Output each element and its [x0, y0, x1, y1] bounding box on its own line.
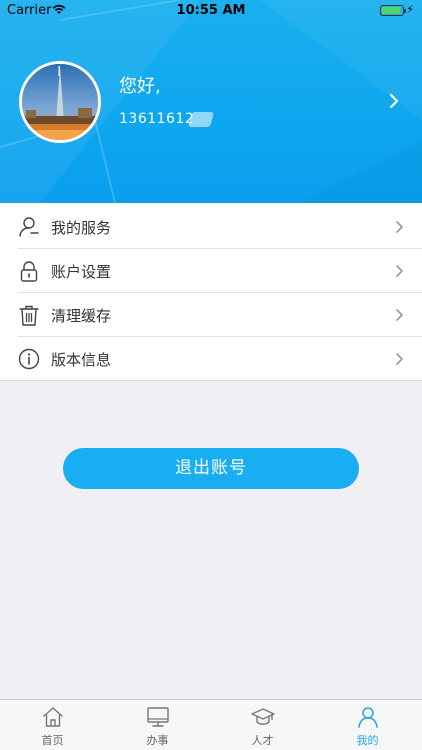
- home-icon: [43, 707, 63, 727]
- menu-item-clear-cache[interactable]: 清理缓存: [0, 293, 422, 337]
- chevron-right-icon: [396, 265, 403, 277]
- chevron-right-icon: [396, 221, 403, 233]
- tab-label: 办事: [146, 734, 169, 747]
- graduation-cap-icon: [251, 708, 275, 725]
- phone-mask: [187, 112, 215, 127]
- charging-bolt-icon: ⚡: [406, 3, 414, 16]
- info-icon: [18, 348, 40, 370]
- person-icon: [358, 707, 378, 728]
- profile-chevron-icon[interactable]: [388, 92, 400, 110]
- menu-item-label: 版本信息: [51, 351, 112, 369]
- lock-icon: [20, 261, 38, 282]
- avatar[interactable]: [19, 61, 101, 143]
- clock: 10:55 AM: [176, 3, 246, 18]
- tab-label: 我的: [356, 734, 379, 747]
- logout-button[interactable]: 退出账号: [63, 448, 359, 489]
- chevron-right-icon: [396, 309, 403, 321]
- person-icon: [19, 217, 39, 237]
- trash-icon: [19, 305, 39, 326]
- status-bar: Carrier 10:55 AM ⚡: [0, 0, 422, 22]
- tab-home[interactable]: 首页: [0, 700, 105, 750]
- tab-label: 人才: [251, 734, 274, 747]
- menu-item-version-info[interactable]: 版本信息: [0, 337, 422, 381]
- phone-number: 13611612: [119, 111, 195, 127]
- chevron-right-icon: [396, 353, 403, 365]
- menu-item-label: 账户设置: [51, 263, 112, 281]
- tab-label: 首页: [41, 734, 64, 747]
- settings-menu: 我的服务 账户设置 清理缓存 版本信息: [0, 203, 422, 381]
- menu-item-my-services[interactable]: 我的服务: [0, 205, 422, 249]
- battery-icon: [380, 5, 406, 16]
- menu-item-label: 清理缓存: [51, 307, 112, 325]
- menu-item-account-settings[interactable]: 账户设置: [0, 249, 422, 293]
- avatar-image: [22, 64, 98, 140]
- tab-services[interactable]: 办事: [105, 700, 210, 750]
- tab-mine[interactable]: 我的: [315, 700, 420, 750]
- profile-header: Carrier 10:55 AM ⚡ 您好, 13611612: [0, 0, 422, 203]
- tab-talent[interactable]: 人才: [210, 700, 315, 750]
- menu-item-label: 我的服务: [51, 219, 112, 237]
- monitor-icon: [147, 707, 169, 727]
- tab-bar: 首页 办事 人才 我的: [0, 699, 422, 750]
- greeting-text: 您好,: [119, 76, 161, 97]
